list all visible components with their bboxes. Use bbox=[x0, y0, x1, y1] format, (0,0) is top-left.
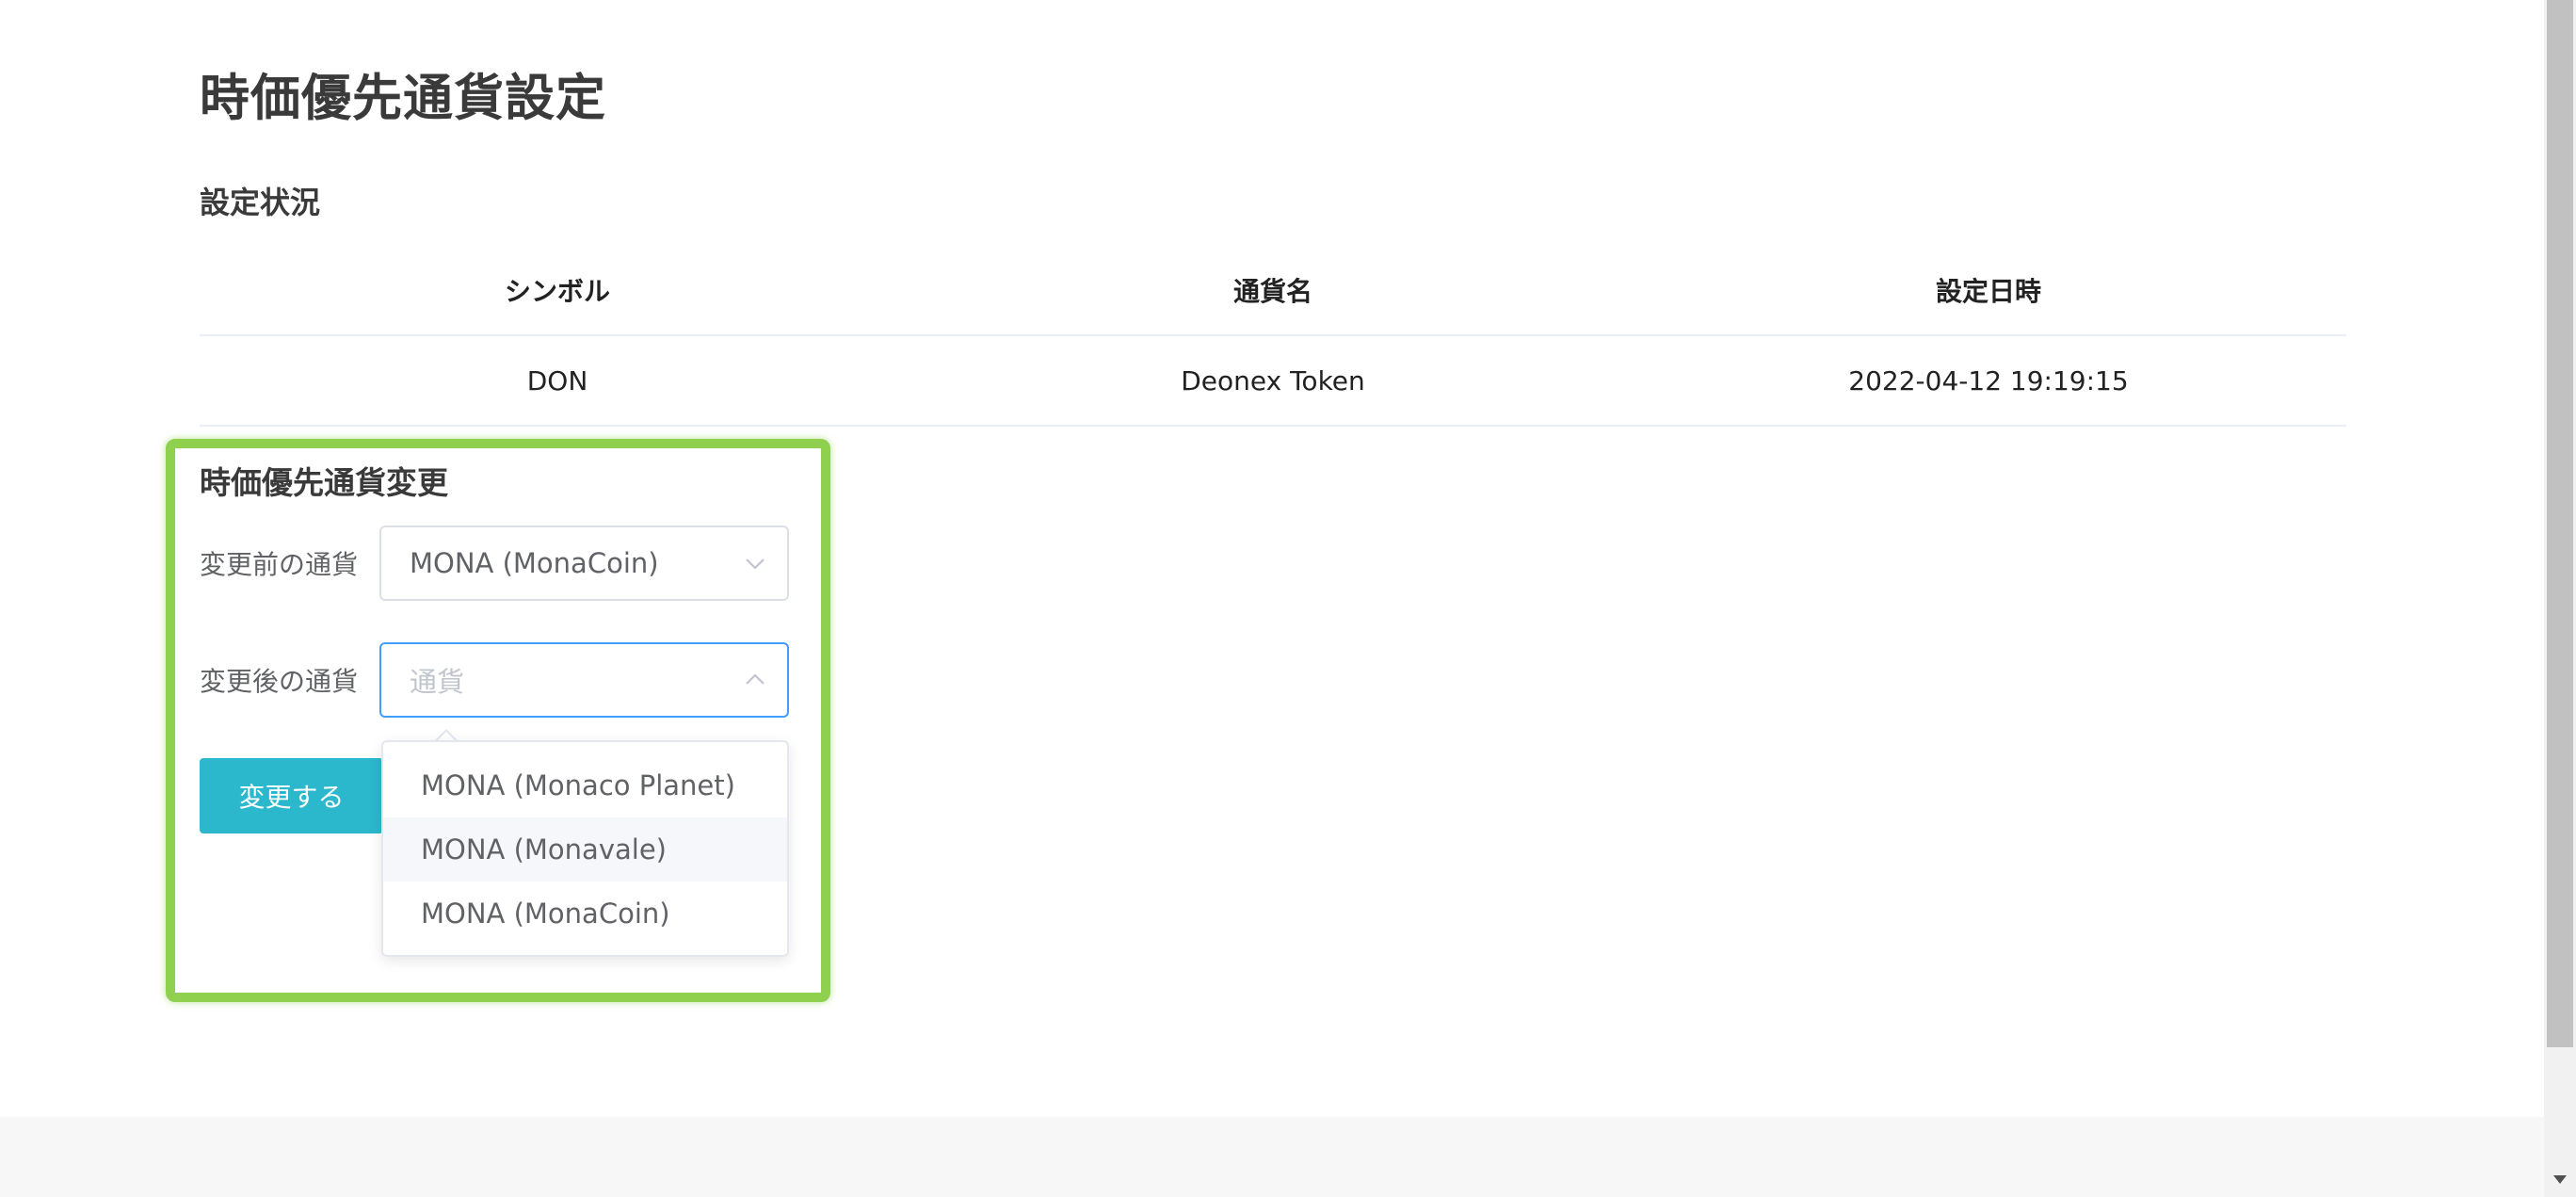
column-header-set-datetime: 設定日時 bbox=[1631, 245, 2346, 336]
dropdown-option-monaco-planet[interactable]: MONA (Monaco Planet) bbox=[383, 753, 787, 817]
page-title: 時価優先通貨設定 bbox=[200, 70, 606, 127]
table-header-row: シンボル 通貨名 設定日時 bbox=[200, 245, 2346, 336]
column-header-currency-name: 通貨名 bbox=[915, 245, 1631, 336]
dropdown-option-monacoin[interactable]: MONA (MonaCoin) bbox=[383, 882, 787, 946]
dropdown-option-monavale[interactable]: MONA (Monavale) bbox=[383, 817, 787, 882]
submit-change-button[interactable]: 変更する bbox=[200, 758, 383, 833]
column-header-symbol: シンボル bbox=[200, 245, 915, 336]
currency-dropdown: MONA (Monaco Planet) MONA (Monavale) MON… bbox=[381, 740, 789, 957]
vertical-scrollbar[interactable] bbox=[2544, 0, 2576, 1197]
before-currency-select[interactable]: MONA (MonaCoin) bbox=[379, 526, 789, 601]
scroll-down-arrow-icon[interactable] bbox=[2553, 1175, 2567, 1184]
after-currency-placeholder: 通貨 bbox=[410, 666, 465, 698]
scrollbar-thumb[interactable] bbox=[2547, 0, 2573, 1047]
after-currency-label: 変更後の通貨 bbox=[200, 666, 359, 697]
table-row: DON Deonex Token 2022-04-12 19:19:15 bbox=[200, 335, 2346, 427]
chevron-up-icon bbox=[744, 669, 766, 691]
cell-currency-name: Deonex Token bbox=[915, 335, 1631, 427]
status-section-title: 設定状況 bbox=[200, 185, 321, 220]
chevron-down-icon bbox=[744, 552, 766, 574]
page-footer bbox=[0, 1117, 2544, 1197]
before-currency-value: MONA (MonaCoin) bbox=[410, 547, 659, 579]
after-currency-select[interactable]: 通貨 bbox=[379, 642, 789, 718]
page: 時価優先通貨設定 設定状況 シンボル 通貨名 設定日時 DON Deonex T… bbox=[0, 0, 2576, 1197]
change-section-title: 時価優先通貨変更 bbox=[200, 464, 448, 501]
before-currency-label: 変更前の通貨 bbox=[200, 549, 359, 580]
cell-set-datetime: 2022-04-12 19:19:15 bbox=[1631, 335, 2346, 427]
cell-symbol: DON bbox=[200, 335, 915, 427]
status-table: シンボル 通貨名 設定日時 DON Deonex Token 2022-04-1… bbox=[200, 245, 2346, 427]
